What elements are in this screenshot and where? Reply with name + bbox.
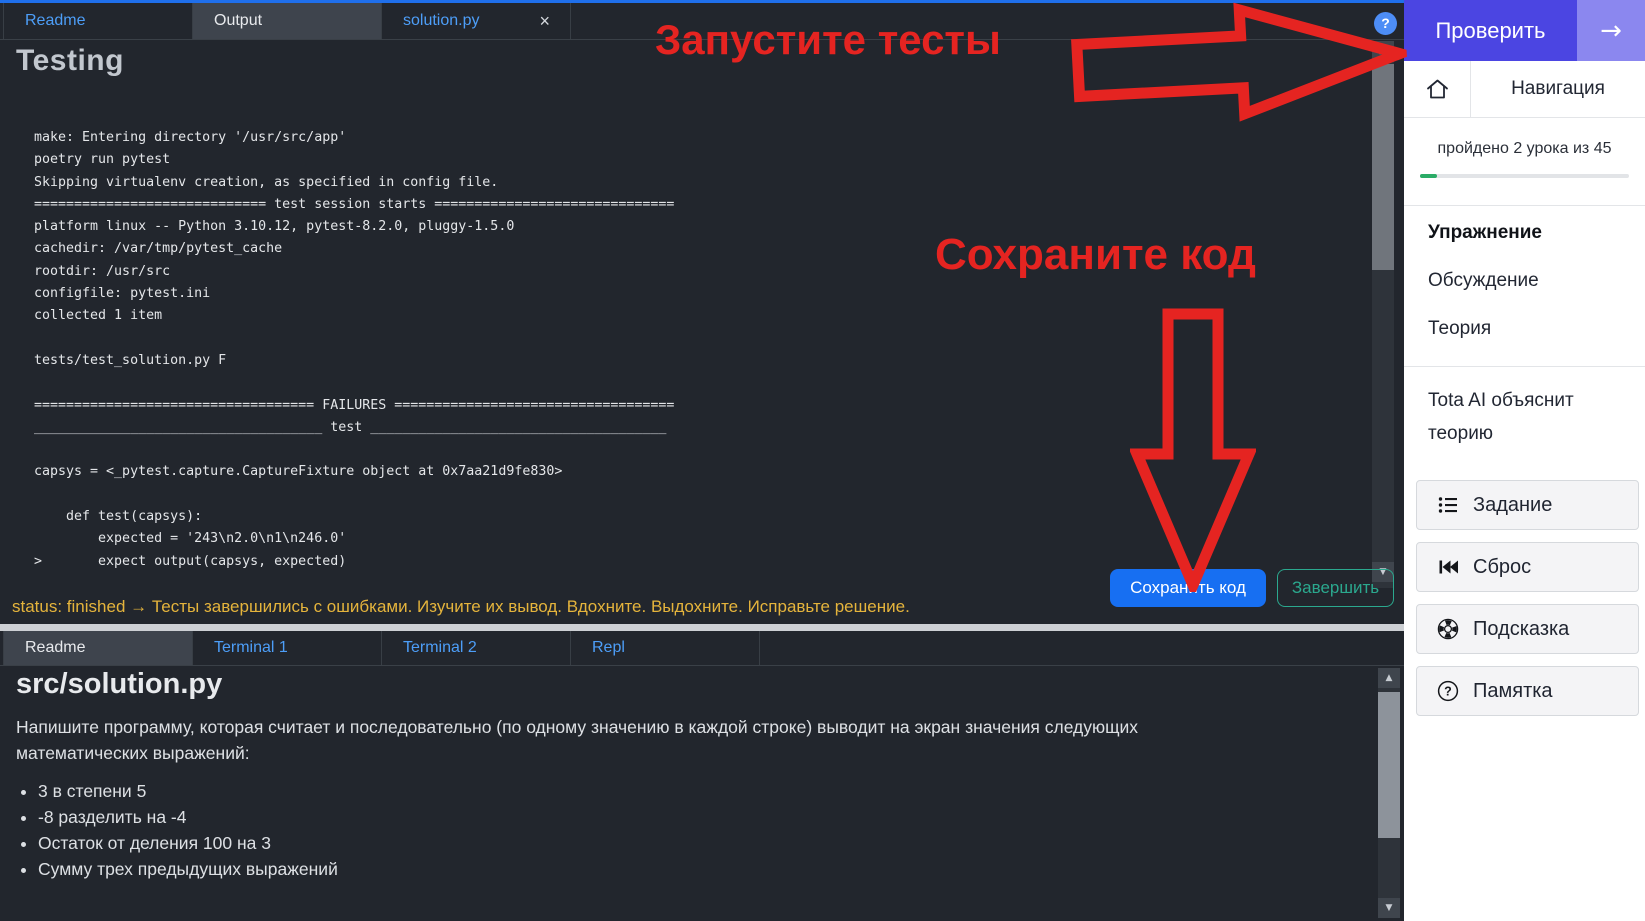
save-code-arrow-annotation [1130, 308, 1256, 592]
ai-explain-link[interactable]: Tota AI объяснит теорию [1428, 384, 1603, 450]
hint-button[interactable]: Подсказка [1416, 604, 1639, 654]
finish-button[interactable]: Завершить [1277, 569, 1394, 607]
sidebar: Проверить → Навигация пройдено 2 урока и… [1404, 0, 1645, 921]
tab-label: Readme [25, 639, 85, 657]
scroll-up-icon[interactable]: ▲ [1378, 668, 1400, 688]
top-pane-scrollbar[interactable]: ▲ ▼ [1372, 41, 1394, 588]
task-button[interactable]: Задание [1416, 480, 1639, 530]
progress-text: пройдено 2 урока из 45 [1404, 140, 1645, 158]
pane-divider[interactable] [0, 624, 1404, 631]
terminal-line: Skipping virtualenv creation, as specifi… [34, 172, 674, 194]
terminal-line: platform linux -- Python 3.10.12, pytest… [34, 216, 674, 238]
terminal-line: make: Entering directory '/usr/src/app' [34, 127, 674, 149]
navigation-row: Навигация [1404, 61, 1645, 118]
task-bullet: -8 разделить на -4 [38, 804, 338, 830]
terminal-line: collected 1 item [34, 305, 674, 327]
terminal-line: configfile: pytest.ini [34, 283, 674, 305]
terminal-line [34, 439, 674, 461]
tab-label: Terminal 1 [214, 639, 288, 657]
tab-label: Terminal 2 [403, 639, 477, 657]
terminal-line: expected = '243\n2.0\n1\n246.0' [34, 528, 674, 550]
task-bullet: Остаток от деления 100 на 3 [38, 830, 338, 856]
progress-bar [1420, 174, 1629, 178]
terminal-line: rootdir: /usr/src [34, 261, 674, 283]
home-button[interactable] [1404, 61, 1471, 117]
bottom-pane-scrollbar[interactable]: ▲ ▼ [1378, 668, 1400, 918]
task-bullet-list: 3 в степени 5 -8 разделить на -4 Остаток… [16, 778, 338, 882]
terminal-line: capsys = <_pytest.capture.CaptureFixture… [34, 461, 674, 483]
progress-fill [1420, 174, 1437, 178]
terminal-line [34, 484, 674, 506]
next-arrow-button[interactable]: → [1577, 0, 1645, 61]
list-icon [1437, 494, 1459, 516]
output-heading: Testing [16, 44, 124, 78]
bottom-tab-bar: Readme Terminal 1 Terminal 2 Repl [0, 631, 1404, 666]
terminal-line: ____________________________________ tes… [34, 417, 674, 439]
sidebar-item-discussion[interactable]: Обсуждение [1428, 270, 1539, 292]
close-icon[interactable]: × [537, 12, 552, 30]
svg-text:?: ? [1444, 685, 1452, 699]
terminal-output: make: Entering directory '/usr/src/app' … [34, 127, 674, 573]
task-bullet: 3 в степени 5 [38, 778, 338, 804]
sidebar-item-exercise[interactable]: Упражнение [1428, 222, 1542, 244]
status-text: status: finished → Тесты завершились с о… [12, 597, 910, 617]
scrollbar-thumb[interactable] [1378, 692, 1400, 838]
save-code-annotation: Сохраните код [935, 230, 1256, 280]
tab-readme[interactable]: Readme [3, 3, 193, 39]
app-window: Readme Output solution.py × Testing make… [0, 0, 1645, 921]
hint-button-label: Подсказка [1473, 618, 1569, 641]
rewind-icon [1437, 556, 1459, 578]
terminal-line: tests/test_solution.py F [34, 350, 674, 372]
terminal-line [34, 328, 674, 350]
check-row: Проверить → [1404, 0, 1645, 61]
divider [1404, 205, 1645, 206]
tab-label: Output [214, 12, 262, 30]
memo-button[interactable]: ? Памятка [1416, 666, 1639, 716]
tab-label: solution.py [403, 12, 480, 30]
tab-terminal-2[interactable]: Terminal 2 [381, 631, 571, 665]
file-heading: src/solution.py [16, 668, 222, 701]
terminal-line: def test(capsys): [34, 506, 674, 528]
terminal-line: =================================== FAIL… [34, 395, 674, 417]
tab-terminal-1[interactable]: Terminal 1 [192, 631, 382, 665]
check-button[interactable]: Проверить [1404, 0, 1577, 61]
tab-label: Repl [592, 639, 625, 657]
tab-readme-bottom[interactable]: Readme [3, 631, 193, 665]
task-description: Напишите программу, которая считает и по… [16, 714, 1266, 766]
terminal-line: cachedir: /var/tmp/pytest_cache [34, 238, 674, 260]
task-bullet: Сумму трех предыдущих выражений [38, 856, 338, 882]
run-tests-arrow-annotation [1069, 0, 1410, 134]
lifebuoy-icon [1437, 618, 1459, 640]
divider [1404, 366, 1645, 367]
tab-label: Readme [25, 12, 85, 30]
question-icon: ? [1437, 680, 1459, 702]
arrow-right-icon: → [1600, 16, 1622, 46]
memo-button-label: Памятка [1473, 680, 1553, 703]
tab-repl[interactable]: Repl [570, 631, 760, 665]
terminal-line: > expect output(capsys, expected) [34, 551, 674, 573]
reset-button[interactable]: Сброс [1416, 542, 1639, 592]
reset-button-label: Сброс [1473, 556, 1531, 579]
task-button-label: Задание [1473, 494, 1552, 517]
terminal-line [34, 372, 674, 394]
home-icon [1424, 76, 1451, 102]
run-tests-annotation: Запустите тесты [655, 16, 1001, 64]
terminal-line: ============================= test sessi… [34, 194, 674, 216]
scroll-down-icon[interactable]: ▼ [1378, 898, 1400, 918]
sidebar-item-theory[interactable]: Теория [1428, 318, 1491, 340]
tab-solution-py[interactable]: solution.py × [381, 3, 571, 39]
terminal-line: poetry run pytest [34, 149, 674, 171]
tab-output[interactable]: Output [192, 3, 382, 39]
navigation-button[interactable]: Навигация [1471, 61, 1645, 117]
